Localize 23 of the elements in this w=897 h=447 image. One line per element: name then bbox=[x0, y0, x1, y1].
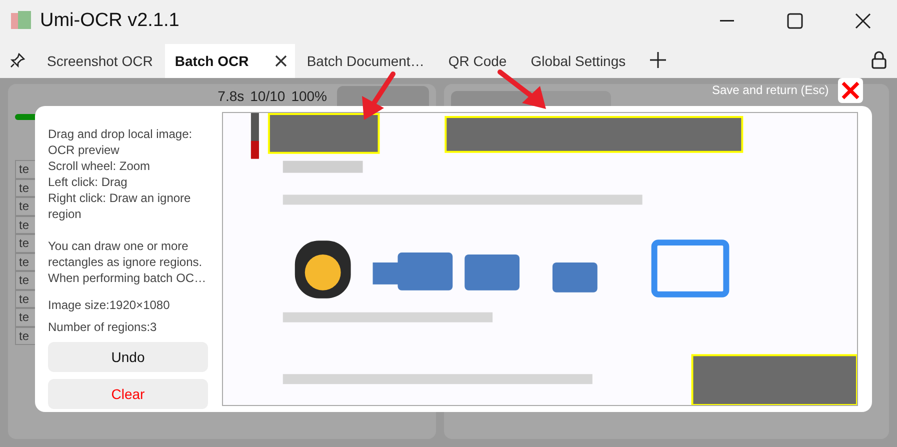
minimize-icon bbox=[720, 20, 734, 22]
tab[interactable]: Batch OCR bbox=[164, 44, 295, 78]
lock-icon[interactable] bbox=[871, 51, 887, 69]
app-icon bbox=[10, 10, 32, 32]
close-icon bbox=[841, 81, 860, 100]
progress-percent: 100% bbox=[291, 87, 327, 106]
save-hint: Save and return (Esc) bbox=[712, 82, 829, 99]
tab[interactable]: Batch Document… bbox=[294, 44, 436, 78]
undo-button[interactable]: Undo bbox=[48, 342, 208, 372]
progress-count: 10/10 bbox=[250, 87, 286, 106]
elapsed-time: 7.8s bbox=[218, 87, 244, 106]
close-icon bbox=[855, 13, 871, 29]
tab[interactable]: Global Settings bbox=[518, 44, 638, 78]
pointer-arrow bbox=[362, 72, 396, 120]
tab[interactable]: QR Code bbox=[436, 44, 519, 78]
tab[interactable]: Screenshot OCR bbox=[35, 44, 165, 78]
pointer-arrow bbox=[498, 70, 546, 109]
save-close-button[interactable] bbox=[838, 78, 863, 103]
close-tab-icon[interactable] bbox=[274, 55, 287, 67]
window-title: Umi-OCR v2.1.1 bbox=[40, 8, 180, 33]
pin-icon[interactable] bbox=[10, 53, 25, 68]
add-tab-icon[interactable] bbox=[650, 52, 666, 68]
maximize-icon bbox=[787, 13, 803, 29]
